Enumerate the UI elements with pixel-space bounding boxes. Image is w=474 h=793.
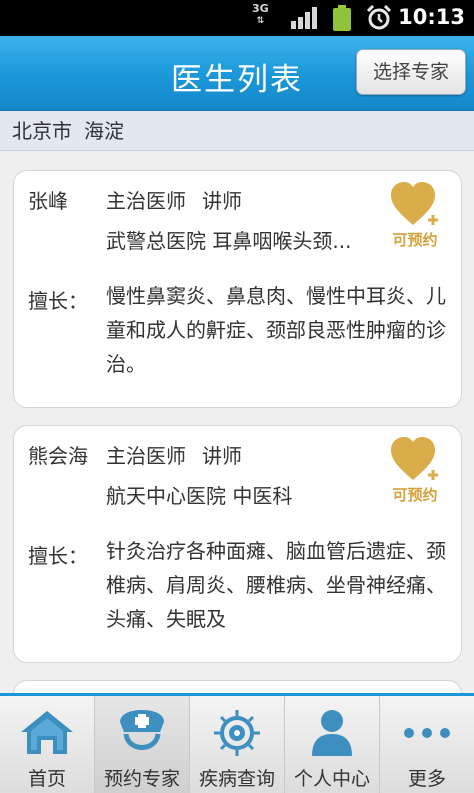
specialty-text: 慢性鼻窦炎、鼻息肉、慢性中耳炎、儿童和成人的鼾症、颈部良恶性肿瘤的诊治。 (106, 284, 446, 376)
location-bar[interactable]: 北京市 海淀 (0, 111, 474, 151)
nav-more[interactable]: 更多 (380, 696, 474, 793)
book-button[interactable]: 可预约 (387, 181, 443, 253)
nav-label: 预约专家 (103, 768, 180, 790)
person-icon (312, 710, 352, 756)
network-indicator: 3G ⇅ (252, 2, 269, 27)
heart-plus-icon (391, 437, 438, 480)
location-district: 海淀 (84, 119, 124, 143)
doctor-title: 主治医师 讲师 (106, 440, 258, 469)
nav-label: 疾病查询 (198, 768, 275, 790)
title-bar: 医生列表 选择专家 (0, 36, 474, 111)
doctor-hospital: 武警总医院 耳鼻咽喉头颈... (106, 229, 352, 253)
select-expert-button[interactable]: 选择专家 (356, 49, 466, 95)
doctor-title: 主治医师 讲师 (106, 185, 258, 214)
doctor-rank: 主治医师 (106, 444, 186, 468)
battery-icon (333, 5, 351, 31)
nav-book-expert[interactable]: 预约专家 (95, 696, 190, 793)
status-bar: 3G ⇅ 10:13 (0, 0, 474, 36)
doctor-teaching: 讲师 (202, 189, 242, 213)
doctor-card[interactable]: 熊会海 主治医师 讲师 航天中心医院 中医科 擅长： 针灸治疗各种面瘫、脑血管后遗… (13, 425, 462, 663)
doctor-rank: 主治医师 (106, 189, 186, 213)
bottom-nav: 首页 预约专家 疾病查询 个人中心 更多 (0, 693, 474, 793)
nav-label: 个人中心 (293, 768, 370, 790)
doctor-name: 张峰 (28, 189, 68, 213)
heart-plus-icon (391, 182, 438, 225)
clock-time: 10:13 (398, 5, 465, 29)
specialty-text: 针灸治疗各种面瘫、脑血管后遗症、颈椎病、肩周炎、腰椎病、坐骨神经痛、头痛、失眠及 (106, 539, 446, 631)
signal-icon (291, 7, 317, 29)
home-icon (21, 711, 73, 754)
nav-disease-search[interactable]: 疾病查询 (190, 696, 285, 793)
nurse-cap-icon (120, 710, 164, 750)
book-label: 可预约 (392, 231, 438, 249)
doctor-card[interactable] (13, 680, 462, 693)
doctor-list[interactable]: 张峰 主治医师 讲师 武警总医院 耳鼻咽喉头颈... 擅长： 慢性鼻窦炎、鼻息肉、… (0, 151, 474, 693)
nav-label: 首页 (27, 768, 66, 790)
virus-icon (214, 710, 260, 756)
specialty-label: 擅长： (28, 289, 88, 313)
doctor-hospital: 航天中心医院 中医科 (106, 484, 293, 508)
doctor-name: 熊会海 (28, 444, 88, 468)
doctor-teaching: 讲师 (202, 444, 242, 468)
doctor-card[interactable]: 张峰 主治医师 讲师 武警总医院 耳鼻咽喉头颈... 擅长： 慢性鼻窦炎、鼻息肉、… (13, 170, 462, 408)
more-dots-icon (404, 728, 450, 738)
nav-label: 更多 (407, 768, 446, 790)
book-label: 可预约 (392, 486, 438, 504)
location-city: 北京市 (12, 119, 72, 143)
specialty-label: 擅长： (28, 544, 88, 568)
book-button[interactable]: 可预约 (387, 436, 443, 508)
nav-home[interactable]: 首页 (0, 696, 95, 793)
nav-personal-center[interactable]: 个人中心 (285, 696, 380, 793)
alarm-icon (366, 5, 392, 30)
